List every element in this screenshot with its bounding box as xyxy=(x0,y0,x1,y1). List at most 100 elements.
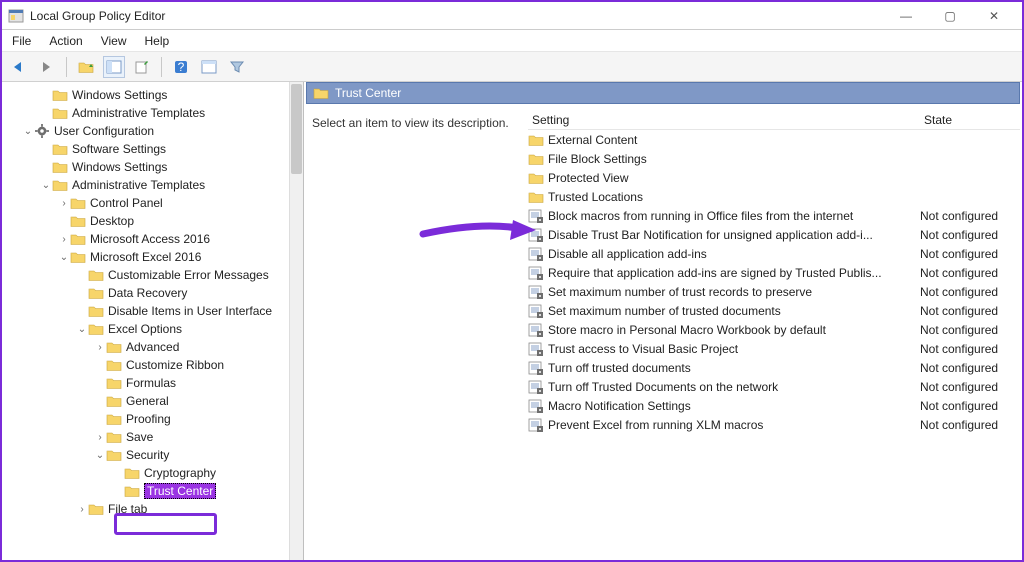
list-item[interactable]: Set maximum number of trust records to p… xyxy=(528,282,1020,301)
chevron-down-icon[interactable]: ⌄ xyxy=(94,450,106,461)
up-button[interactable] xyxy=(75,56,97,78)
list-item[interactable]: Macro Notification SettingsNot configure… xyxy=(528,396,1020,415)
tree-scrollbar[interactable] xyxy=(289,82,303,560)
tree-node[interactable]: ›Save xyxy=(4,428,303,446)
list-item[interactable]: Set maximum number of trusted documentsN… xyxy=(528,301,1020,320)
list-item[interactable]: Disable Trust Bar Notification for unsig… xyxy=(528,225,1020,244)
column-setting[interactable]: Setting xyxy=(528,110,920,129)
folder-icon xyxy=(52,88,68,102)
chevron-down-icon[interactable]: ⌄ xyxy=(40,180,52,191)
chevron-right-icon[interactable]: › xyxy=(94,342,106,353)
export-button[interactable] xyxy=(131,56,153,78)
chevron-right-icon[interactable]: › xyxy=(58,198,70,209)
tree-scrollbar-thumb[interactable] xyxy=(291,84,302,174)
help-button[interactable]: ? xyxy=(170,56,192,78)
menu-action[interactable]: Action xyxy=(49,34,82,48)
back-button[interactable] xyxy=(8,56,30,78)
tree-node[interactable]: ⌄Security xyxy=(4,446,303,464)
tree-node[interactable]: Administrative Templates xyxy=(4,104,303,122)
tree-pane[interactable]: Windows Settings Administrative Templates… xyxy=(2,82,304,560)
minimize-button[interactable]: — xyxy=(884,5,928,27)
policy-icon xyxy=(528,285,544,299)
tree-label: Control Panel xyxy=(90,196,163,210)
tree-label: General xyxy=(126,394,169,408)
folder-icon xyxy=(106,394,122,408)
svg-text:?: ? xyxy=(178,60,185,74)
column-headers: Setting State xyxy=(528,110,1020,130)
list-item[interactable]: Turn off Trusted Documents on the networ… xyxy=(528,377,1020,396)
list-item[interactable]: Trust access to Visual Basic ProjectNot … xyxy=(528,339,1020,358)
tree-label: Customize Ribbon xyxy=(126,358,224,372)
list-item[interactable]: Require that application add-ins are sig… xyxy=(528,263,1020,282)
settings-rows: External ContentFile Block SettingsProte… xyxy=(528,130,1020,558)
setting-name: Disable Trust Bar Notification for unsig… xyxy=(548,228,920,242)
maximize-button[interactable]: ▢ xyxy=(928,5,972,27)
tree-node[interactable]: Cryptography xyxy=(4,464,303,482)
tree-node[interactable]: ⌄Microsoft Excel 2016 xyxy=(4,248,303,266)
tree-node[interactable]: Windows Settings xyxy=(4,86,303,104)
tree-node[interactable]: ⌄User Configuration xyxy=(4,122,303,140)
menu-help[interactable]: Help xyxy=(145,34,170,48)
folder-icon xyxy=(88,268,104,282)
chevron-down-icon[interactable]: ⌄ xyxy=(22,126,34,137)
policy-icon xyxy=(528,323,544,337)
list-item[interactable]: File Block Settings xyxy=(528,149,1020,168)
tree-node[interactable]: ⌄Administrative Templates xyxy=(4,176,303,194)
close-button[interactable]: ✕ xyxy=(972,5,1016,27)
tree-node[interactable]: Customize Ribbon xyxy=(4,356,303,374)
list-item[interactable]: Store macro in Personal Macro Workbook b… xyxy=(528,320,1020,339)
tree-node[interactable]: General xyxy=(4,392,303,410)
forward-button[interactable] xyxy=(36,56,58,78)
chevron-right-icon[interactable]: › xyxy=(94,432,106,443)
menu-view[interactable]: View xyxy=(101,34,127,48)
setting-state: Not configured xyxy=(920,285,1020,299)
tree-node[interactable]: Windows Settings xyxy=(4,158,303,176)
policy-icon xyxy=(528,209,544,223)
tree-node[interactable]: Formulas xyxy=(4,374,303,392)
list-item[interactable]: Disable all application add-insNot confi… xyxy=(528,244,1020,263)
setting-name: Require that application add-ins are sig… xyxy=(548,266,920,280)
tree-node[interactable]: Desktop xyxy=(4,212,303,230)
tree-node[interactable]: Data Recovery xyxy=(4,284,303,302)
list-item[interactable]: Protected View xyxy=(528,168,1020,187)
list-item[interactable]: Block macros from running in Office file… xyxy=(528,206,1020,225)
setting-state: Not configured xyxy=(920,323,1020,337)
tree-node[interactable]: Software Settings xyxy=(4,140,303,158)
setting-state: Not configured xyxy=(920,228,1020,242)
folder-icon xyxy=(106,358,122,372)
setting-name: Macro Notification Settings xyxy=(548,399,920,413)
tree-label: Windows Settings xyxy=(72,88,167,102)
tree-label: Administrative Templates xyxy=(72,106,205,120)
tree-node[interactable]: › Advanced xyxy=(4,338,303,356)
tree-node[interactable]: Proofing xyxy=(4,410,303,428)
chevron-right-icon[interactable]: › xyxy=(58,234,70,245)
list-item[interactable]: Turn off trusted documentsNot configured xyxy=(528,358,1020,377)
list-item[interactable]: External Content xyxy=(528,130,1020,149)
menu-file[interactable]: File xyxy=(12,34,31,48)
tree-node[interactable]: › Control Panel xyxy=(4,194,303,212)
chevron-down-icon[interactable]: ⌄ xyxy=(76,324,88,335)
tree-node[interactable]: Trust Center xyxy=(4,482,303,500)
titlebar: Local Group Policy Editor — ▢ ✕ xyxy=(2,2,1022,30)
column-state[interactable]: State xyxy=(920,110,1020,129)
filter-button[interactable] xyxy=(226,56,248,78)
setting-name: Prevent Excel from running XLM macros xyxy=(548,418,920,432)
chevron-right-icon[interactable]: › xyxy=(76,504,88,515)
folder-icon xyxy=(528,152,544,166)
tree-node[interactable]: ⌄Excel Options xyxy=(4,320,303,338)
tree-node[interactable]: Disable Items in User Interface xyxy=(4,302,303,320)
tree-node[interactable]: ›File tab xyxy=(4,500,303,518)
tree-label: Advanced xyxy=(126,340,179,354)
tree-node[interactable]: ›Microsoft Access 2016 xyxy=(4,230,303,248)
folder-icon xyxy=(528,171,544,185)
folder-icon xyxy=(52,160,68,174)
tree-label: Software Settings xyxy=(72,142,166,156)
setting-name: Block macros from running in Office file… xyxy=(548,209,920,223)
chevron-down-icon[interactable]: ⌄ xyxy=(58,252,70,263)
tree-label: Data Recovery xyxy=(108,286,187,300)
list-item[interactable]: Prevent Excel from running XLM macrosNot… xyxy=(528,415,1020,434)
show-tree-button[interactable] xyxy=(103,56,125,78)
properties-button[interactable] xyxy=(198,56,220,78)
tree-node[interactable]: Customizable Error Messages xyxy=(4,266,303,284)
list-item[interactable]: Trusted Locations xyxy=(528,187,1020,206)
